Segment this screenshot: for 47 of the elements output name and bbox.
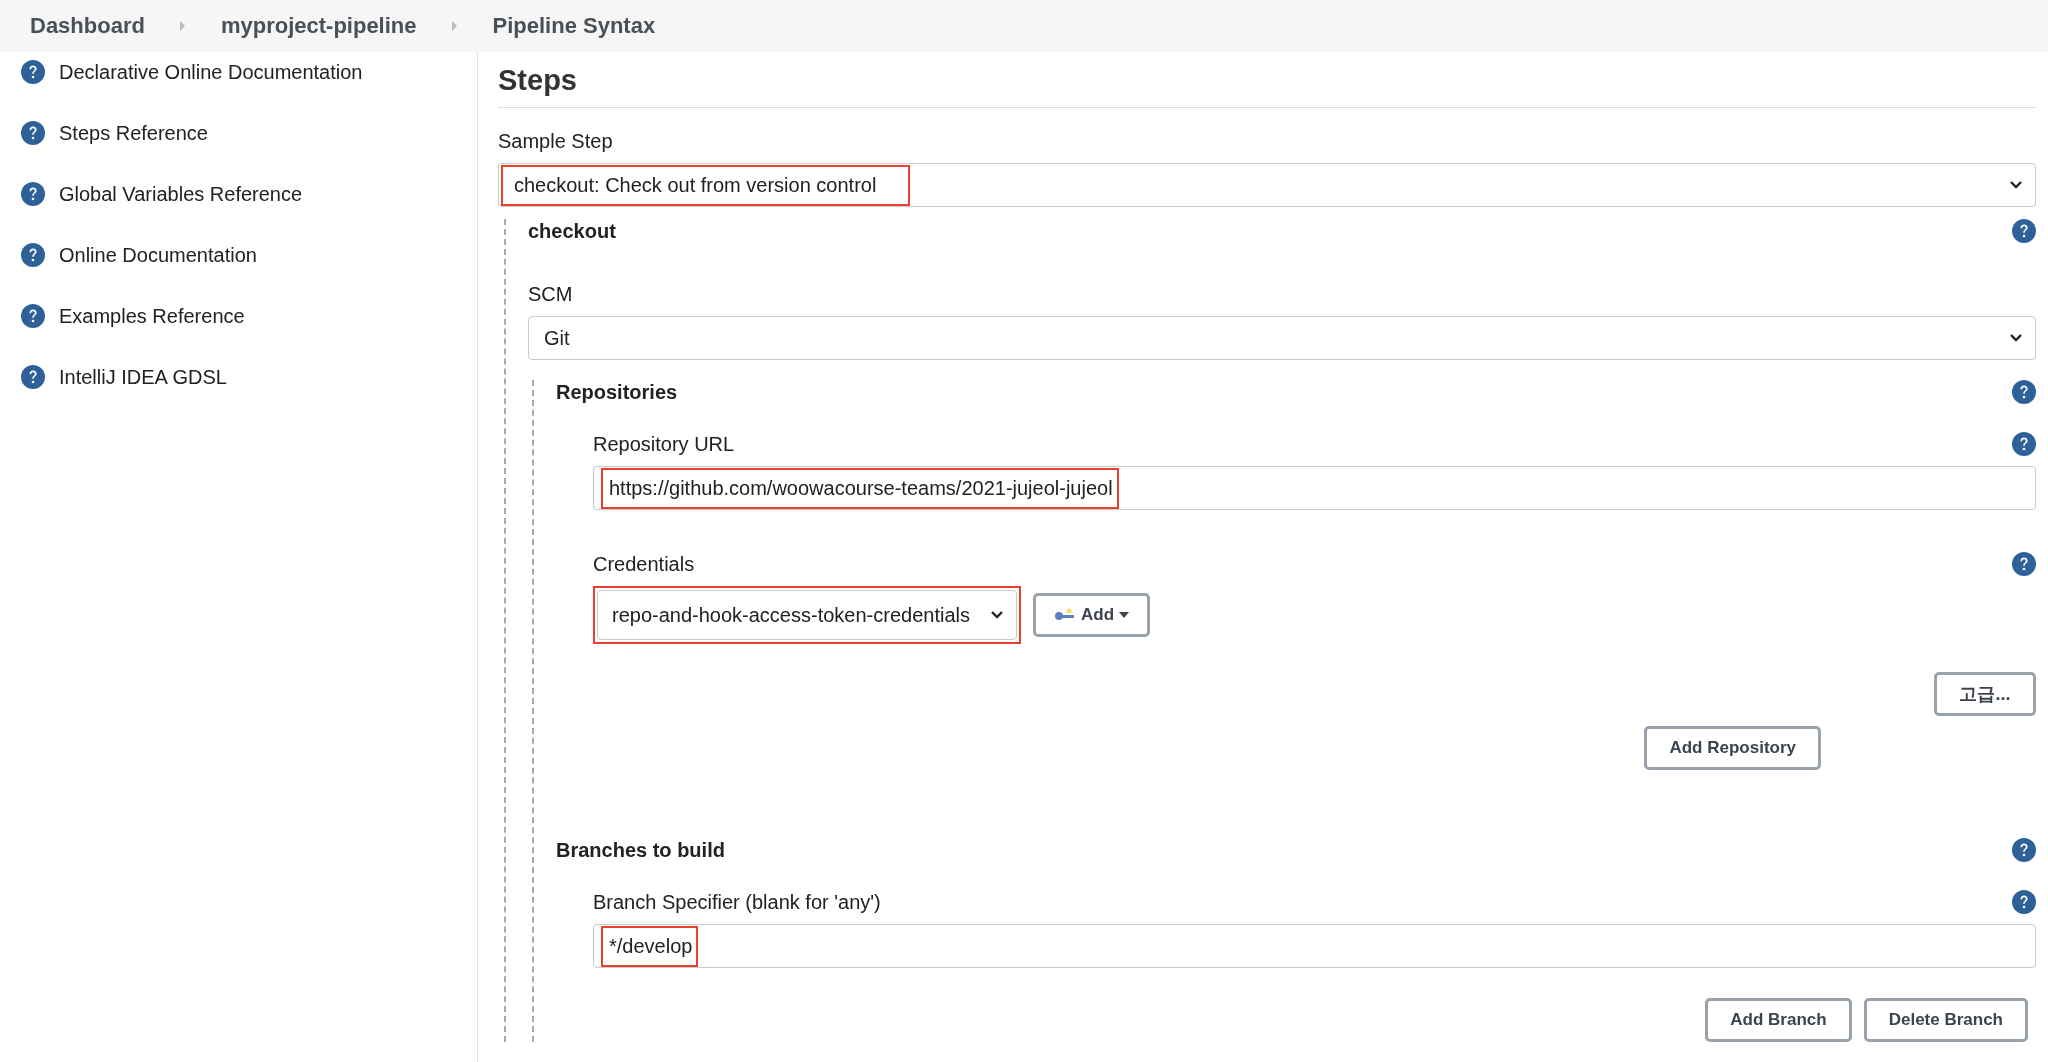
help-icon[interactable] (2012, 380, 2036, 404)
breadcrumb-link[interactable]: myproject-pipeline (220, 13, 417, 39)
chevron-down-icon (990, 610, 1004, 620)
chevron-right-icon (178, 20, 187, 32)
sidebar-link[interactable]: Declarative Online Documentation (59, 60, 363, 84)
key-icon (1054, 608, 1076, 622)
advanced-button[interactable]: 고급... (1934, 672, 2036, 716)
select-field[interactable]: Git (528, 316, 2036, 360)
add-branch-button[interactable]: Add Branch (1705, 998, 1852, 1042)
help-icon[interactable] (2012, 432, 2036, 456)
help-icon[interactable] (2012, 890, 2036, 914)
chevron-down-icon (2009, 180, 2023, 190)
help-icon[interactable] (21, 121, 45, 145)
add-button[interactable]: Add (1033, 593, 1151, 637)
field-label: Repository URL (593, 432, 735, 456)
help-icon[interactable] (21, 243, 45, 267)
help-icon[interactable] (21, 365, 45, 389)
section-label: Branches to build (556, 838, 725, 862)
add-repository-button[interactable]: Add Repository (1644, 726, 1821, 770)
caret-icon (1119, 612, 1130, 618)
breadcrumb-link[interactable]: Dashboard (30, 13, 145, 39)
input-field[interactable]: https://github.com/woowacourse-teams/2021-jujeol-jujeol (593, 466, 2036, 510)
sidebar-link[interactable]: Steps Reference (59, 121, 208, 145)
breadcrumb-link[interactable]: Pipeline Syntax (492, 13, 656, 39)
field-label: Branch Specifier (blank for 'any') (593, 890, 881, 914)
input-field[interactable]: */develop (593, 924, 2036, 968)
field-label: SCM (528, 283, 574, 306)
section-label: checkout (528, 219, 616, 243)
help-icon[interactable] (21, 182, 45, 206)
help-icon[interactable] (2012, 552, 2036, 576)
sidebar-link[interactable]: Examples Reference (59, 304, 245, 328)
help-icon[interactable] (21, 60, 45, 84)
section-label: Repositories (556, 380, 678, 404)
field-label: Sample Step (498, 130, 614, 153)
delete-branch-button[interactable]: Delete Branch (1863, 998, 2028, 1042)
select-field[interactable]: repo-and-hook-access-token-credentials (597, 590, 1017, 640)
chevron-down-icon (2009, 333, 2023, 343)
sidebar-link[interactable]: Global Variables Reference (59, 182, 303, 206)
help-icon[interactable] (2012, 219, 2036, 243)
sidebar-link[interactable]: IntelliJ IDEA GDSL (59, 365, 227, 389)
field-label: Credentials (593, 552, 695, 576)
chevron-right-icon (450, 20, 459, 32)
help-icon[interactable] (21, 304, 45, 328)
sidebar-link[interactable]: Online Documentation (59, 243, 257, 267)
section-heading: Steps (498, 64, 2036, 108)
help-icon[interactable] (2012, 838, 2036, 862)
select-field[interactable]: checkout: Check out from version control (498, 163, 2036, 207)
